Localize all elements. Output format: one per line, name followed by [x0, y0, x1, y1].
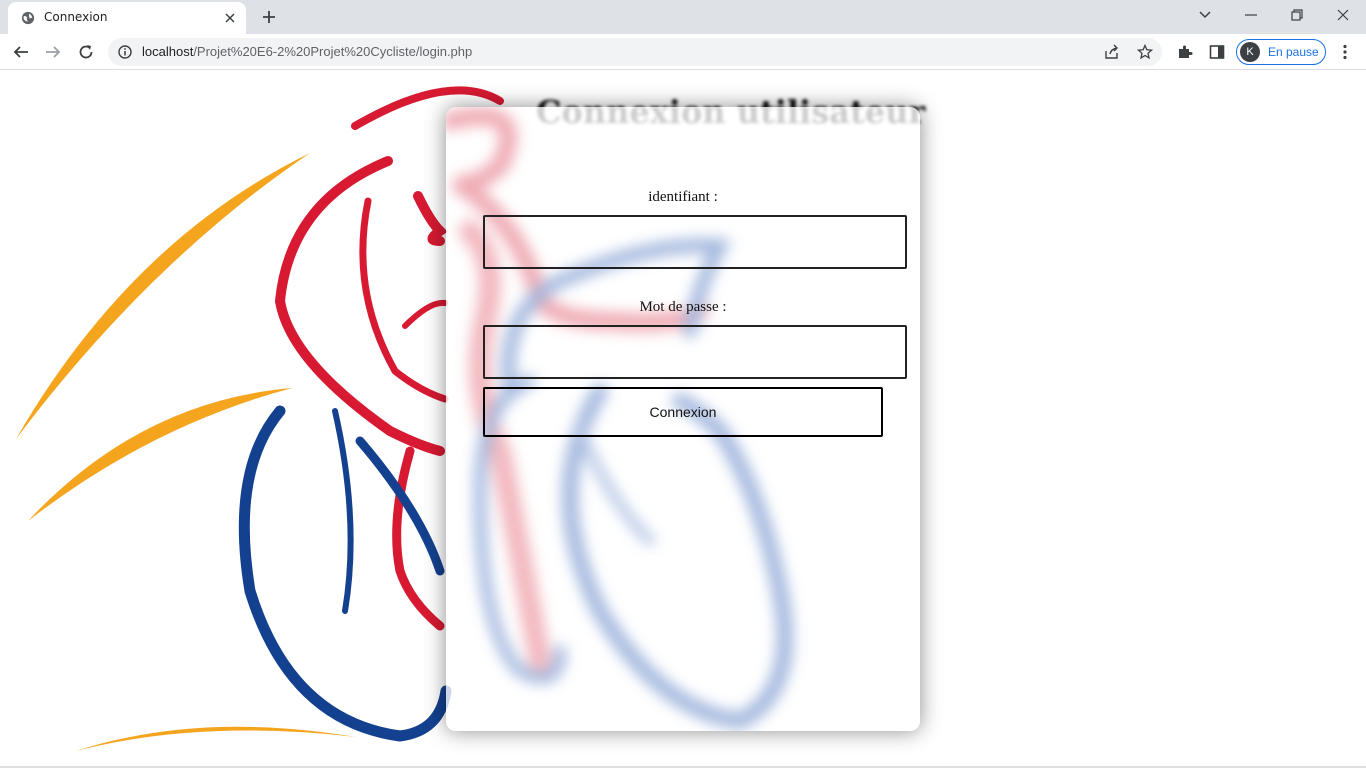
- forward-button[interactable]: [41, 40, 65, 64]
- bookmark-button[interactable]: [1136, 43, 1154, 61]
- profile-button[interactable]: K En pause: [1236, 39, 1326, 65]
- url-path: /Projet%20E6-2%20Projet%20Cycliste/login…: [193, 44, 473, 59]
- close-icon: [225, 13, 235, 23]
- username-label: identifiant :: [648, 189, 718, 205]
- cyclist-blue-strokes: [238, 405, 452, 742]
- login-card: identifiant : Mot de passe : Connexion: [446, 107, 920, 731]
- puzzle-icon: [1179, 45, 1193, 58]
- side-panel-button[interactable]: [1207, 42, 1227, 62]
- arrow-left-icon: [13, 46, 28, 58]
- extensions-button[interactable]: [1175, 42, 1195, 62]
- close-tab-button[interactable]: [222, 10, 238, 26]
- address-bar[interactable]: localhost/Projet%20E6-2%20Projet%20Cycli…: [108, 38, 1162, 66]
- minimize-button[interactable]: [1239, 4, 1263, 26]
- avatar: K: [1240, 42, 1260, 62]
- tab-strip: Connexion: [0, 0, 1366, 34]
- restore-button[interactable]: [1285, 4, 1309, 26]
- chevron-down-icon: [1199, 11, 1211, 19]
- close-window-button[interactable]: [1331, 4, 1355, 26]
- password-input[interactable]: [483, 325, 907, 379]
- username-input[interactable]: [483, 215, 907, 269]
- tab-title: Connexion: [44, 10, 108, 24]
- url-host: localhost: [142, 44, 194, 59]
- kebab-menu-icon: [1343, 44, 1347, 60]
- restore-icon: [1291, 9, 1303, 21]
- page-content: Connexion utilisateur identifiant : Mot …: [0, 71, 1366, 768]
- share-icon: [1105, 44, 1118, 59]
- menu-button[interactable]: [1335, 42, 1355, 62]
- side-panel-icon: [1209, 45, 1225, 59]
- profile-status: En pause: [1268, 45, 1319, 59]
- login-button[interactable]: Connexion: [483, 387, 883, 437]
- tab-search-button[interactable]: [1193, 4, 1217, 26]
- info-icon[interactable]: [118, 45, 132, 59]
- password-label: Mot de passe :: [639, 299, 727, 315]
- new-tab-button[interactable]: [258, 6, 280, 28]
- reload-button[interactable]: [74, 40, 98, 64]
- browser-toolbar: localhost/Projet%20E6-2%20Projet%20Cycli…: [0, 34, 1366, 70]
- url-text: localhost/Projet%20E6-2%20Projet%20Cycli…: [142, 44, 472, 59]
- close-icon: [1337, 9, 1349, 21]
- browser-tab[interactable]: Connexion: [8, 2, 246, 34]
- arrow-right-icon: [46, 46, 61, 58]
- plus-icon: [263, 11, 275, 23]
- star-icon: [1137, 44, 1153, 60]
- cyclist-yellow-strokes: [16, 153, 356, 751]
- share-button[interactable]: [1103, 43, 1121, 61]
- reload-icon: [79, 45, 93, 59]
- globe-icon: [21, 11, 35, 25]
- back-button[interactable]: [9, 40, 33, 64]
- minimize-icon: [1245, 14, 1257, 16]
